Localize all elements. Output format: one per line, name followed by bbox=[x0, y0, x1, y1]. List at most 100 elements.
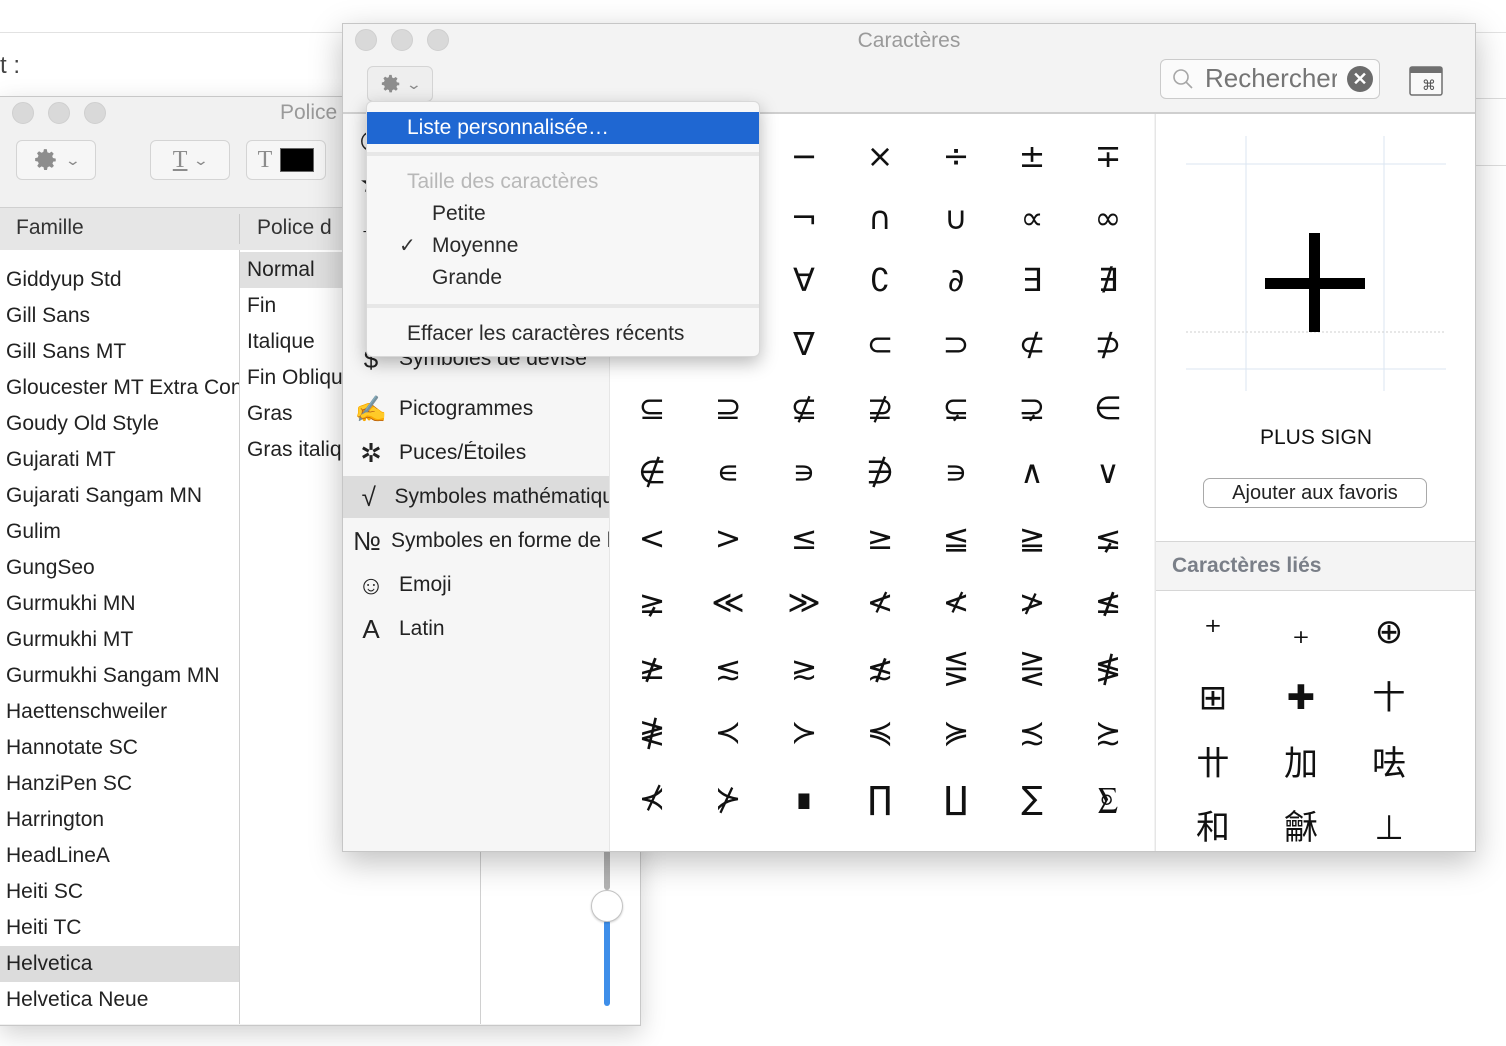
related-character[interactable]: ⊕ bbox=[1344, 600, 1434, 664]
character-cell[interactable]: ⊋ bbox=[994, 376, 1070, 440]
related-character[interactable]: ⊥ bbox=[1344, 796, 1434, 851]
character-cell[interactable]: ∪ bbox=[918, 186, 994, 250]
character-cell[interactable]: ≧ bbox=[994, 506, 1070, 570]
character-cell[interactable]: ≮ bbox=[918, 570, 994, 634]
add-to-favorites-button[interactable]: Ajouter aux favoris bbox=[1203, 478, 1427, 508]
family-item[interactable]: Gujarati MT bbox=[0, 442, 239, 478]
menu-item-custom-list[interactable]: Liste personnalisée… bbox=[367, 112, 759, 144]
family-item[interactable]: Gloucester MT Extra Condensed bbox=[0, 370, 239, 406]
family-item[interactable]: Goudy Old Style bbox=[0, 406, 239, 442]
character-cell[interactable]: ⪇ bbox=[1070, 506, 1146, 570]
search-input[interactable] bbox=[1205, 63, 1337, 94]
related-character[interactable]: 龢 bbox=[1256, 796, 1346, 851]
character-cell[interactable]: ≽ bbox=[918, 700, 994, 764]
family-item[interactable]: GungSeo bbox=[0, 550, 239, 586]
character-cell[interactable]: ⋛ bbox=[994, 636, 1070, 700]
character-cell[interactable]: ∑ bbox=[994, 766, 1070, 830]
character-cell[interactable]: ∌ bbox=[842, 440, 918, 504]
family-item[interactable]: HeadLineA bbox=[0, 838, 239, 874]
family-list[interactable]: Giddyup Std Gill Sans Gill Sans MT Gloucest… bbox=[0, 250, 240, 1024]
character-cell[interactable]: ∧ bbox=[994, 440, 1070, 504]
category-item[interactable]: ✲ Puces/Étoiles bbox=[343, 432, 609, 474]
character-cell[interactable]: ≹ bbox=[614, 700, 690, 764]
character-cell[interactable]: ≥ bbox=[842, 506, 918, 570]
category-item[interactable]: A Latin bbox=[343, 608, 609, 650]
character-cell[interactable]: ≪ bbox=[690, 570, 766, 634]
character-cell[interactable]: ≺ bbox=[690, 700, 766, 764]
character-cell[interactable]: ∎ bbox=[766, 766, 842, 830]
family-item[interactable]: Gurmukhi MN bbox=[0, 586, 239, 622]
view-toggle-icon[interactable]: ⌘ bbox=[1409, 66, 1443, 96]
character-cell[interactable]: ≻ bbox=[766, 700, 842, 764]
character-cell[interactable]: ∃ bbox=[994, 248, 1070, 312]
character-cell[interactable]: ÷ bbox=[918, 124, 994, 188]
character-cell[interactable]: ∓ bbox=[1070, 124, 1146, 188]
family-item[interactable]: Giddyup Std bbox=[0, 262, 239, 298]
character-cell[interactable]: ⊊ bbox=[918, 376, 994, 440]
related-character[interactable]: 加 bbox=[1256, 732, 1346, 796]
family-item[interactable]: Heiti SC bbox=[0, 874, 239, 910]
character-cell[interactable]: ≳ bbox=[766, 636, 842, 700]
character-cell[interactable]: ≸ bbox=[1070, 636, 1146, 700]
character-cell[interactable]: ≿ bbox=[1070, 700, 1146, 764]
family-item[interactable]: Harrington bbox=[0, 802, 239, 838]
zoom-button[interactable] bbox=[84, 102, 106, 124]
family-item[interactable]: Gill Sans bbox=[0, 298, 239, 334]
character-cell[interactable]: ⊀ bbox=[614, 766, 690, 830]
character-cell[interactable]: ∁ bbox=[842, 248, 918, 312]
character-cell[interactable]: ≫ bbox=[766, 570, 842, 634]
character-cell[interactable]: ∝ bbox=[994, 186, 1070, 250]
clear-search-icon[interactable]: ✕ bbox=[1347, 66, 1373, 92]
character-cell[interactable]: ⊈ bbox=[766, 376, 842, 440]
family-item[interactable]: Gulim bbox=[0, 514, 239, 550]
related-character[interactable]: ✚ bbox=[1256, 666, 1346, 730]
character-cell[interactable]: ≮ bbox=[842, 570, 918, 634]
family-item[interactable]: Hannotate SC bbox=[0, 730, 239, 766]
character-cell[interactable]: ∞ bbox=[1070, 186, 1146, 250]
character-cell[interactable]: ⨊ bbox=[1070, 766, 1146, 830]
size-slider-knob[interactable] bbox=[591, 890, 623, 922]
character-cell[interactable]: ≤ bbox=[766, 506, 842, 570]
character-cell[interactable]: ≦ bbox=[918, 506, 994, 570]
column-header-family[interactable]: Famille bbox=[16, 216, 84, 240]
character-cell[interactable]: ⊇ bbox=[690, 376, 766, 440]
character-cell[interactable]: ± bbox=[994, 124, 1070, 188]
family-item[interactable]: Gurmukhi Sangam MN bbox=[0, 658, 239, 694]
related-character[interactable]: 〹 bbox=[1168, 732, 1258, 796]
menu-item-medium[interactable]: ✓ Moyenne bbox=[367, 230, 759, 262]
column-header-typeface[interactable]: Police d bbox=[257, 216, 332, 240]
character-cell[interactable]: ∂ bbox=[918, 248, 994, 312]
character-cell[interactable]: ¬ bbox=[766, 186, 842, 250]
text-style-button[interactable]: T ⌄ bbox=[150, 140, 230, 180]
family-item[interactable]: Gurmukhi MT bbox=[0, 622, 239, 658]
character-cell[interactable]: ⊂ bbox=[842, 312, 918, 376]
character-cell[interactable]: ⊄ bbox=[994, 312, 1070, 376]
menu-item-small[interactable]: Petite bbox=[367, 198, 759, 230]
family-item[interactable]: Gujarati Sangam MN bbox=[0, 478, 239, 514]
character-cell[interactable]: ≼ bbox=[842, 700, 918, 764]
character-cell[interactable]: < bbox=[614, 506, 690, 570]
family-item[interactable]: Gill Sans MT bbox=[0, 334, 239, 370]
action-menu-button[interactable]: ⌄ bbox=[16, 140, 96, 180]
character-cell[interactable]: ≰ bbox=[1070, 570, 1146, 634]
character-cell[interactable]: ⊁ bbox=[690, 766, 766, 830]
character-cell[interactable]: ∍ bbox=[918, 440, 994, 504]
character-cell[interactable]: ∩ bbox=[842, 186, 918, 250]
category-item[interactable]: √ Symboles mathématiques bbox=[343, 476, 609, 518]
menu-item-large[interactable]: Grande bbox=[367, 262, 759, 294]
close-button[interactable] bbox=[12, 102, 34, 124]
related-character[interactable]: 和 bbox=[1168, 796, 1258, 851]
action-menu-button[interactable]: ⌄ bbox=[367, 66, 433, 102]
minimize-button[interactable] bbox=[48, 102, 70, 124]
character-cell[interactable]: ⊃ bbox=[918, 312, 994, 376]
family-item[interactable]: HanziPen SC bbox=[0, 766, 239, 802]
character-cell[interactable]: ∄ bbox=[1070, 248, 1146, 312]
family-item[interactable]: Haettenschweiler bbox=[0, 694, 239, 730]
character-cell[interactable]: ≴ bbox=[842, 636, 918, 700]
category-item[interactable]: ☺ Emoji bbox=[343, 564, 609, 606]
character-cell[interactable]: ∊ bbox=[690, 440, 766, 504]
family-item[interactable]: Heiti TC bbox=[0, 910, 239, 946]
character-cell[interactable]: ⪈ bbox=[614, 570, 690, 634]
related-character[interactable]: ⊞ bbox=[1168, 666, 1258, 730]
related-character[interactable]: ⁺ bbox=[1168, 600, 1258, 664]
